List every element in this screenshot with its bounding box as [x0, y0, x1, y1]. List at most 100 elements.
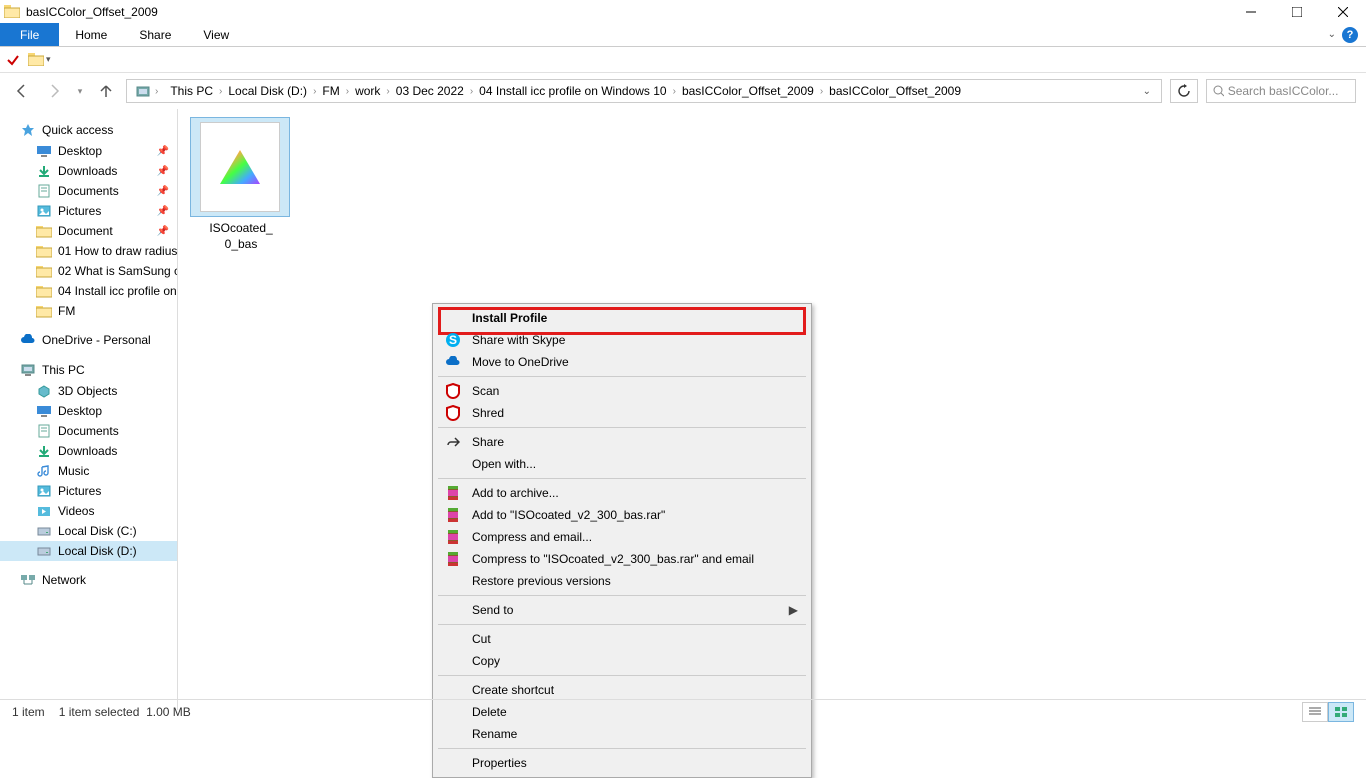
sidebar-item-label: 02 What is SamSung c [58, 264, 177, 278]
minimize-button[interactable] [1228, 0, 1274, 23]
folder-icon [36, 264, 52, 278]
sidebar-item[interactable]: Pictures [0, 481, 177, 501]
cloud-icon [20, 333, 36, 347]
music-icon [36, 464, 52, 478]
sidebar-item[interactable]: Local Disk (D:) [0, 541, 177, 561]
sidebar-item[interactable]: Documents [0, 421, 177, 441]
breadcrumb-segment[interactable]: FM [318, 84, 343, 98]
sidebar-quick-access[interactable]: Quick access [0, 119, 177, 141]
sidebar-item[interactable]: Local Disk (C:) [0, 521, 177, 541]
view-details-button[interactable] [1302, 702, 1328, 722]
context-menu-item[interactable]: Properties [436, 752, 808, 774]
recent-dropdown[interactable]: ▾ [74, 79, 86, 103]
context-menu-label: Copy [472, 654, 500, 668]
breadcrumb-segment[interactable]: work [351, 84, 384, 98]
search-input[interactable] [1228, 84, 1349, 98]
qat-folder-icon[interactable]: ▾ [28, 53, 51, 66]
context-menu-item[interactable]: Open with... [436, 453, 808, 475]
mcafee-icon [444, 383, 462, 399]
sidebar-item[interactable]: Desktop [0, 401, 177, 421]
tab-share[interactable]: Share [123, 23, 187, 46]
rar-icon [444, 551, 462, 567]
file-item[interactable]: ISOcoated_0_bas [190, 117, 292, 252]
context-menu-item[interactable]: Cut [436, 628, 808, 650]
up-button[interactable] [94, 79, 118, 103]
breadcrumb-segment[interactable]: 04 Install icc profile on Windows 10 [475, 84, 670, 98]
context-menu-item[interactable]: Restore previous versions [436, 570, 808, 592]
sidebar-item[interactable]: Downloads 📌 [0, 161, 177, 181]
context-menu-item[interactable]: Scan [436, 380, 808, 402]
sidebar-item-label: Document [58, 224, 113, 238]
desktop-icon [36, 144, 52, 158]
sidebar-item[interactable]: 01 How to draw radius [0, 241, 177, 261]
sidebar-item[interactable]: 02 What is SamSung c [0, 261, 177, 281]
search-icon [1213, 85, 1224, 97]
breadcrumb-segment[interactable]: basICColor_Offset_2009 [825, 84, 965, 98]
breadcrumb[interactable]: › This PC›Local Disk (D:)›FM›work›03 Dec… [126, 79, 1162, 103]
sidebar-item[interactable]: Pictures📌 [0, 201, 177, 221]
breadcrumb-segment[interactable]: basICColor_Offset_2009 [678, 84, 818, 98]
status-selection: 1 item selected 1.00 MB [59, 705, 191, 719]
context-menu-item[interactable]: SShare with Skype [436, 329, 808, 351]
maximize-button[interactable] [1274, 0, 1320, 23]
context-menu-item[interactable]: Add to archive... [436, 482, 808, 504]
tab-home[interactable]: Home [59, 23, 123, 46]
sidebar-item-label: Local Disk (D:) [58, 544, 137, 558]
context-menu-item[interactable]: Compress to "ISOcoated_v2_300_bas.rar" a… [436, 548, 808, 570]
sidebar-item[interactable]: Document📌 [0, 221, 177, 241]
sidebar-item-label: FM [58, 304, 75, 318]
sidebar-item-label: Downloads [58, 164, 117, 178]
view-icons-button[interactable] [1328, 702, 1354, 722]
tab-file[interactable]: File [0, 23, 59, 46]
documents-icon [36, 184, 52, 198]
breadcrumb-segment[interactable]: This PC [166, 84, 217, 98]
skype-icon: S [444, 332, 462, 348]
context-menu-label: Move to OneDrive [472, 355, 569, 369]
sidebar-item[interactable]: 3D Objects [0, 381, 177, 401]
context-menu-item[interactable]: Compress and email... [436, 526, 808, 548]
rar-icon [444, 529, 462, 545]
sidebar-this-pc[interactable]: This PC [0, 359, 177, 381]
chevron-right-icon: › [671, 86, 678, 97]
pin-icon: 📌 [157, 166, 169, 177]
context-menu-item[interactable]: Copy [436, 650, 808, 672]
qat-check-icon[interactable] [6, 53, 20, 67]
context-menu-item[interactable]: Share [436, 431, 808, 453]
sidebar-head-label: Quick access [42, 123, 113, 137]
context-menu-item[interactable]: Move to OneDrive [436, 351, 808, 373]
sidebar-onedrive[interactable]: OneDrive - Personal [0, 329, 177, 351]
content-pane[interactable]: ISOcoated_0_bas Install ProfileSShare wi… [178, 109, 1366, 710]
back-button[interactable] [10, 79, 34, 103]
sidebar-item[interactable]: Documents📌 [0, 181, 177, 201]
forward-button[interactable] [42, 79, 66, 103]
ribbon-collapse-icon[interactable]: ⌄ [1328, 29, 1336, 40]
status-bar: 1 item 1 item selected 1.00 MB [0, 699, 1366, 723]
context-menu-item[interactable]: Install Profile [436, 307, 808, 329]
context-menu-item[interactable]: Add to "ISOcoated_v2_300_bas.rar" [436, 504, 808, 526]
context-menu-item[interactable]: Rename [436, 723, 808, 745]
context-menu-item[interactable]: Send to▶ [436, 599, 808, 621]
context-menu-item[interactable]: Create shortcut [436, 679, 808, 701]
sidebar-item[interactable]: 04 Install icc profile on [0, 281, 177, 301]
sidebar-item-label: Videos [58, 504, 94, 518]
tab-view[interactable]: View [187, 23, 245, 46]
close-button[interactable] [1320, 0, 1366, 23]
sidebar-item[interactable]: Downloads [0, 441, 177, 461]
help-icon[interactable]: ? [1342, 27, 1358, 43]
refresh-button[interactable] [1170, 79, 1198, 103]
search-box[interactable] [1206, 79, 1356, 103]
desktop-icon [36, 404, 52, 418]
breadcrumb-dropdown-icon[interactable]: ⌄ [1137, 86, 1157, 97]
breadcrumb-segment[interactable]: 03 Dec 2022 [392, 84, 468, 98]
sidebar-item[interactable]: Music [0, 461, 177, 481]
sidebar-item[interactable]: Videos [0, 501, 177, 521]
sidebar-item[interactable]: FM [0, 301, 177, 321]
breadcrumb-segment[interactable]: Local Disk (D:) [224, 84, 311, 98]
context-menu-label: Scan [472, 384, 499, 398]
pin-icon: 📌 [157, 146, 169, 157]
chevron-right-icon: › [217, 86, 224, 97]
context-menu-item[interactable]: Shred [436, 402, 808, 424]
breadcrumb-root-icon[interactable]: › [131, 84, 164, 98]
sidebar-network[interactable]: Network [0, 569, 177, 591]
sidebar-item[interactable]: Desktop📌 [0, 141, 177, 161]
